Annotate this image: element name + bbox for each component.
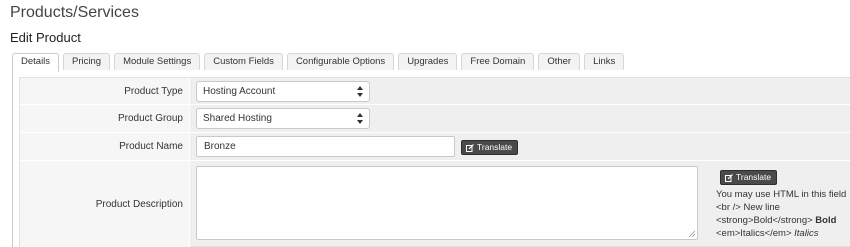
page-subtitle: Edit Product — [10, 30, 81, 45]
tab-module-settings[interactable]: Module Settings — [114, 53, 201, 70]
translate-label: Translate — [736, 172, 772, 182]
product-name-input[interactable]: Bronze — [196, 136, 455, 157]
up-down-arrows-icon — [357, 86, 363, 97]
product-type-value: Hosting Account — [203, 86, 276, 97]
tab-pricing[interactable]: Pricing — [63, 53, 111, 70]
details-panel: Product Type Hosting Account Product Gro… — [12, 70, 850, 247]
tab-bar: Details Pricing Module Settings Custom F… — [12, 53, 628, 72]
help-italics: <em>Italics</em> Italics — [716, 228, 819, 239]
translate-label: Translate — [477, 142, 513, 152]
product-group-select[interactable]: Shared Hosting — [196, 108, 370, 129]
row-product-description: Product Description Translate You may us… — [20, 161, 850, 247]
tab-other[interactable]: Other — [538, 53, 581, 70]
product-form: Product Type Hosting Account Product Gro… — [19, 77, 850, 247]
product-type-label: Product Type — [20, 78, 190, 104]
tab-custom-fields[interactable]: Custom Fields — [204, 53, 283, 70]
product-name-translate-button[interactable]: Translate — [461, 140, 519, 155]
product-description-translate-button[interactable]: Translate — [720, 170, 778, 185]
product-name-label: Product Name — [20, 133, 190, 160]
row-product-name: Product Name Bronze Translate — [20, 133, 850, 161]
tab-upgrades[interactable]: Upgrades — [398, 53, 458, 70]
resize-grip-icon[interactable] — [688, 230, 695, 237]
product-description-label: Product Description — [20, 161, 190, 247]
edit-square-icon — [466, 143, 474, 152]
tab-configurable-options[interactable]: Configurable Options — [286, 53, 395, 70]
product-group-value: Shared Hosting — [203, 113, 272, 124]
up-down-arrows-icon — [357, 113, 363, 124]
product-type-select[interactable]: Hosting Account — [196, 81, 370, 102]
edit-square-icon — [725, 173, 733, 182]
product-group-label: Product Group — [20, 105, 190, 132]
help-line-break: <br /> New line — [716, 202, 780, 213]
page-title: Products/Services — [10, 4, 139, 21]
tab-free-domain[interactable]: Free Domain — [461, 53, 535, 70]
html-help-text: You may use HTML in this field <br /> Ne… — [716, 188, 850, 240]
row-product-group: Product Group Shared Hosting — [20, 105, 850, 133]
tab-links[interactable]: Links — [584, 53, 625, 70]
product-description-textarea[interactable] — [196, 166, 698, 240]
help-bold: <strong>Bold</strong> Bold — [716, 215, 837, 226]
row-product-type: Product Type Hosting Account — [20, 78, 850, 105]
tab-details[interactable]: Details — [12, 53, 60, 72]
help-intro: You may use HTML in this field — [716, 189, 847, 200]
